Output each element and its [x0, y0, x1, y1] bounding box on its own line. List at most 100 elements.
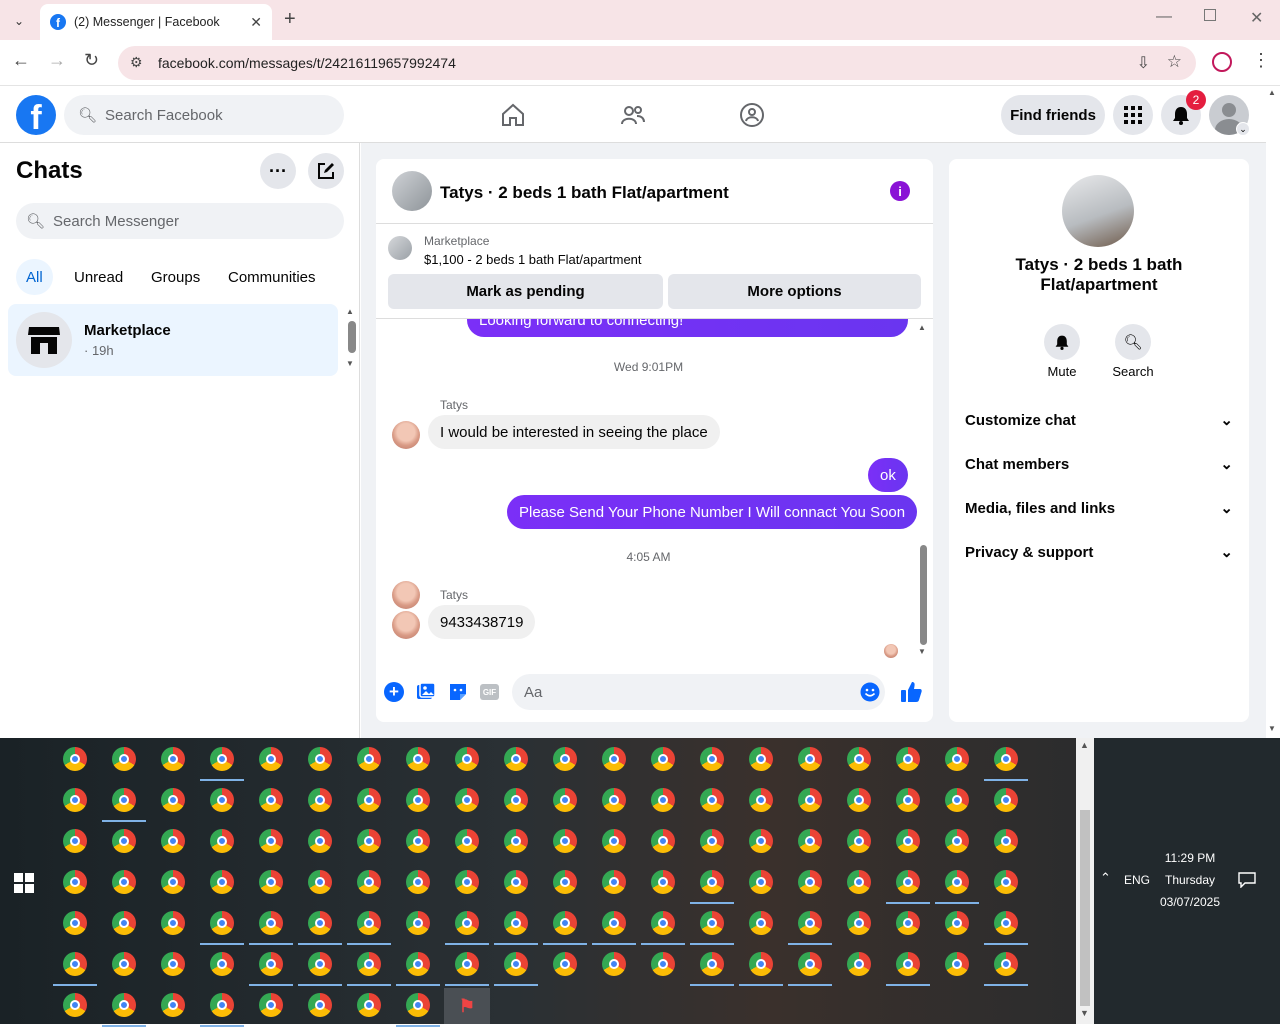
chrome-taskbar-icon[interactable]	[504, 952, 528, 976]
chrome-taskbar-icon[interactable]	[945, 829, 969, 853]
new-tab-button[interactable]: +	[284, 8, 296, 31]
chrome-taskbar-icon[interactable]	[504, 788, 528, 812]
chrome-taskbar-icon[interactable]	[602, 911, 626, 935]
facebook-logo-icon[interactable]: f	[16, 95, 56, 135]
chrome-taskbar-icon[interactable]	[651, 829, 675, 853]
chrome-taskbar-icon[interactable]	[406, 952, 430, 976]
chrome-taskbar-icon[interactable]	[210, 911, 234, 935]
taskbar-scroll-down[interactable]: ▼	[1080, 1008, 1089, 1018]
chrome-taskbar-icon[interactable]	[210, 788, 234, 812]
chrome-taskbar-icon[interactable]	[602, 829, 626, 853]
chrome-taskbar-icon[interactable]	[63, 911, 87, 935]
chrome-taskbar-icon[interactable]	[651, 870, 675, 894]
chrome-taskbar-icon[interactable]	[749, 952, 773, 976]
groups-icon[interactable]	[739, 102, 765, 128]
chrome-taskbar-icon[interactable]	[112, 747, 136, 771]
chrome-taskbar-icon[interactable]	[896, 747, 920, 771]
new-message-icon[interactable]	[308, 153, 344, 189]
chrome-taskbar-icon[interactable]	[308, 952, 332, 976]
restore-button[interactable]	[1204, 9, 1216, 21]
tab-search-button[interactable]: ⌄	[8, 10, 30, 32]
mute-label[interactable]: Mute	[1032, 364, 1092, 379]
filter-unread[interactable]: Unread	[64, 259, 133, 295]
mute-bell-icon[interactable]	[1044, 324, 1080, 360]
facebook-search-input[interactable]: 🔍︎ Search Facebook	[64, 95, 344, 135]
chrome-taskbar-icon[interactable]	[63, 870, 87, 894]
chrome-taskbar-icon[interactable]	[994, 829, 1018, 853]
chrome-taskbar-icon[interactable]	[406, 829, 430, 853]
chrome-taskbar-icon[interactable]	[945, 788, 969, 812]
taskbar-scroll-thumb[interactable]	[1080, 810, 1090, 1006]
chrome-taskbar-icon[interactable]	[406, 870, 430, 894]
chrome-taskbar-icon[interactable]	[259, 952, 283, 976]
chrome-taskbar-icon[interactable]	[259, 870, 283, 894]
chrome-taskbar-icon[interactable]	[357, 788, 381, 812]
page-scroll-up[interactable]: ▲	[1268, 88, 1276, 97]
chrome-taskbar-icon[interactable]	[651, 747, 675, 771]
mark-as-pending-button[interactable]: Mark as pending	[388, 274, 663, 309]
chrome-taskbar-icon[interactable]	[798, 829, 822, 853]
chrome-taskbar-icon[interactable]	[455, 788, 479, 812]
chrome-taskbar-icon[interactable]	[700, 788, 724, 812]
chrome-taskbar-icon[interactable]	[553, 829, 577, 853]
chrome-taskbar-icon[interactable]	[112, 788, 136, 812]
profile-icon[interactable]	[1212, 52, 1232, 72]
chrome-taskbar-icon[interactable]	[308, 870, 332, 894]
chrome-taskbar-icon[interactable]	[553, 911, 577, 935]
site-settings-icon[interactable]: ⚙	[130, 54, 143, 71]
chrome-taskbar-icon[interactable]	[357, 993, 381, 1017]
chrome-taskbar-icon[interactable]	[651, 952, 675, 976]
chrome-taskbar-icon[interactable]	[749, 829, 773, 853]
taskbar-scroll-up[interactable]: ▲	[1080, 740, 1089, 750]
menu-grid-icon[interactable]	[1113, 95, 1153, 135]
reload-icon[interactable]: ↻	[84, 50, 99, 71]
chrome-taskbar-icon[interactable]	[455, 952, 479, 976]
chrome-taskbar-icon[interactable]	[798, 788, 822, 812]
messages-scroll-down[interactable]: ▼	[918, 647, 926, 656]
friends-icon[interactable]	[620, 102, 646, 128]
chrome-taskbar-icon[interactable]	[504, 870, 528, 894]
clock-day[interactable]: Thursday	[1158, 873, 1222, 887]
chrome-taskbar-icon[interactable]	[749, 747, 773, 771]
chrome-taskbar-icon[interactable]	[945, 870, 969, 894]
chrome-taskbar-icon[interactable]	[259, 829, 283, 853]
chrome-taskbar-icon[interactable]	[308, 993, 332, 1017]
page-scroll-down[interactable]: ▼	[1268, 724, 1276, 733]
customize-chat-section[interactable]: Customize chat ⌄	[965, 405, 1233, 435]
chrome-taskbar-icon[interactable]	[749, 788, 773, 812]
chrome-taskbar-icon[interactable]	[945, 952, 969, 976]
chrome-taskbar-icon[interactable]	[847, 952, 871, 976]
chrome-taskbar-icon[interactable]	[847, 788, 871, 812]
taskbar-scrollbar[interactable]: ▲ ▼	[1076, 738, 1094, 1024]
back-icon[interactable]: ←	[12, 50, 30, 71]
filter-communities[interactable]: Communities	[218, 259, 326, 295]
chrome-taskbar-icon[interactable]	[896, 829, 920, 853]
chrome-taskbar-icon[interactable]	[406, 747, 430, 771]
chrome-taskbar-icon[interactable]	[406, 788, 430, 812]
chrome-taskbar-icon[interactable]	[210, 747, 234, 771]
search-conversation-icon[interactable]: 🔍︎	[1115, 324, 1151, 360]
chrome-taskbar-icon[interactable]	[700, 747, 724, 771]
browser-tab[interactable]: f (2) Messenger | Facebook ✕	[40, 4, 272, 40]
bookmark-star-icon[interactable]: ☆	[1167, 52, 1182, 72]
chrome-taskbar-icon[interactable]	[798, 870, 822, 894]
chrome-taskbar-icon[interactable]	[63, 952, 87, 976]
chrome-taskbar-icon[interactable]	[357, 911, 381, 935]
chrome-taskbar-icon[interactable]	[406, 993, 430, 1017]
clock-date[interactable]: 03/07/2025	[1154, 895, 1226, 909]
messages-scroll-up[interactable]: ▲	[918, 323, 926, 332]
chrome-taskbar-icon[interactable]	[210, 952, 234, 976]
minimize-button[interactable]: —	[1156, 8, 1172, 26]
chrome-taskbar-icon[interactable]	[847, 829, 871, 853]
chrome-taskbar-icon[interactable]	[161, 870, 185, 894]
more-options-icon[interactable]: ···	[260, 153, 296, 189]
messages-scrollbar-thumb[interactable]	[920, 545, 927, 645]
search-label[interactable]: Search	[1103, 364, 1163, 379]
chrome-taskbar-icon[interactable]	[259, 993, 283, 1017]
chrome-taskbar-icon[interactable]	[455, 747, 479, 771]
chrome-taskbar-icon[interactable]	[161, 993, 185, 1017]
chrome-taskbar-icon[interactable]	[210, 993, 234, 1017]
add-attachment-icon[interactable]: +	[384, 682, 404, 702]
chrome-taskbar-icon[interactable]	[749, 911, 773, 935]
thumbs-up-icon[interactable]	[899, 680, 923, 704]
